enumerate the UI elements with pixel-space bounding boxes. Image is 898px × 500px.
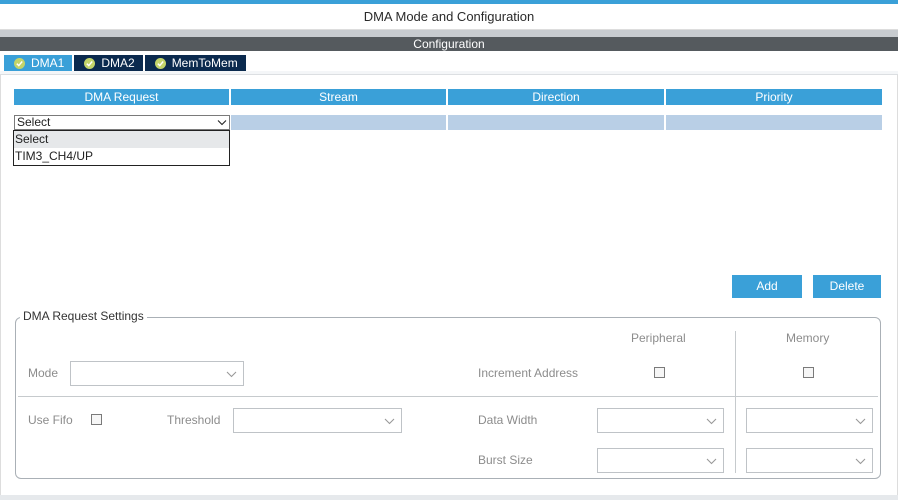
window-title: DMA Mode and Configuration <box>0 4 898 30</box>
chevron-down-icon <box>855 458 866 465</box>
use-fifo-label: Use Fifo <box>28 413 73 427</box>
tab-memtomem[interactable]: MemToMem <box>144 55 246 71</box>
column-header-priority[interactable]: Priority <box>666 89 882 105</box>
check-circle-icon <box>14 57 25 69</box>
tab-label: DMA2 <box>101 56 135 70</box>
threshold-label: Threshold <box>167 413 221 427</box>
check-circle-icon <box>84 57 96 69</box>
data-width-label: Data Width <box>478 413 538 427</box>
cell-stream <box>231 115 448 130</box>
tab-bar: DMA1 DMA2 MemToMem <box>4 55 246 71</box>
tab-dma2[interactable]: DMA2 <box>74 55 143 71</box>
select-value: Select <box>17 115 51 129</box>
dma-table-header: DMA Request Stream Direction Priority <box>14 89 882 105</box>
memory-increment-checkbox[interactable] <box>803 367 814 378</box>
check-circle-icon <box>154 57 166 69</box>
separator-strip <box>0 30 898 37</box>
column-divider <box>735 331 736 473</box>
memory-burst-size-select[interactable] <box>746 448 873 473</box>
chevron-down-icon <box>855 418 866 425</box>
cell-direction <box>448 115 666 130</box>
memory-column-label: Memory <box>786 331 830 345</box>
settings-group-title: DMA Request Settings <box>20 309 147 323</box>
peripheral-data-width-select[interactable] <box>597 408 724 433</box>
mode-select[interactable] <box>70 361 244 386</box>
mode-label: Mode <box>28 366 59 380</box>
delete-button[interactable]: Delete <box>813 275 881 298</box>
chevron-down-icon <box>384 418 395 425</box>
chevron-down-icon <box>706 458 717 465</box>
chevron-down-icon <box>217 120 227 126</box>
cell-priority <box>666 115 882 130</box>
dropdown-option-tim3-ch4-up[interactable]: TIM3_CH4/UP <box>14 148 229 165</box>
tab-label: MemToMem <box>171 56 238 70</box>
tab-label: DMA1 <box>31 56 65 70</box>
memory-data-width-select[interactable] <box>746 408 873 433</box>
settings-divider <box>18 396 878 397</box>
dropdown-option-select[interactable]: Select <box>14 131 229 148</box>
chevron-down-icon <box>706 418 717 425</box>
peripheral-burst-size-select[interactable] <box>597 448 724 473</box>
dma-request-select[interactable]: Select <box>14 115 230 130</box>
dma-request-dropdown-list: Select TIM3_CH4/UP <box>13 130 230 166</box>
peripheral-column-label: Peripheral <box>631 331 686 345</box>
use-fifo-checkbox[interactable] <box>91 414 102 425</box>
chevron-down-icon <box>226 371 237 378</box>
burst-size-label: Burst Size <box>478 453 533 467</box>
configuration-header: Configuration <box>0 37 898 51</box>
add-button[interactable]: Add <box>732 275 802 298</box>
column-header-stream[interactable]: Stream <box>231 89 448 105</box>
bottom-border <box>0 495 898 500</box>
column-header-direction[interactable]: Direction <box>448 89 666 105</box>
tab-dma1[interactable]: DMA1 <box>4 55 73 71</box>
column-header-dma-request[interactable]: DMA Request <box>14 89 231 105</box>
threshold-select[interactable] <box>233 408 402 433</box>
increment-address-label: Increment Address <box>478 366 579 380</box>
peripheral-increment-checkbox[interactable] <box>654 367 665 378</box>
